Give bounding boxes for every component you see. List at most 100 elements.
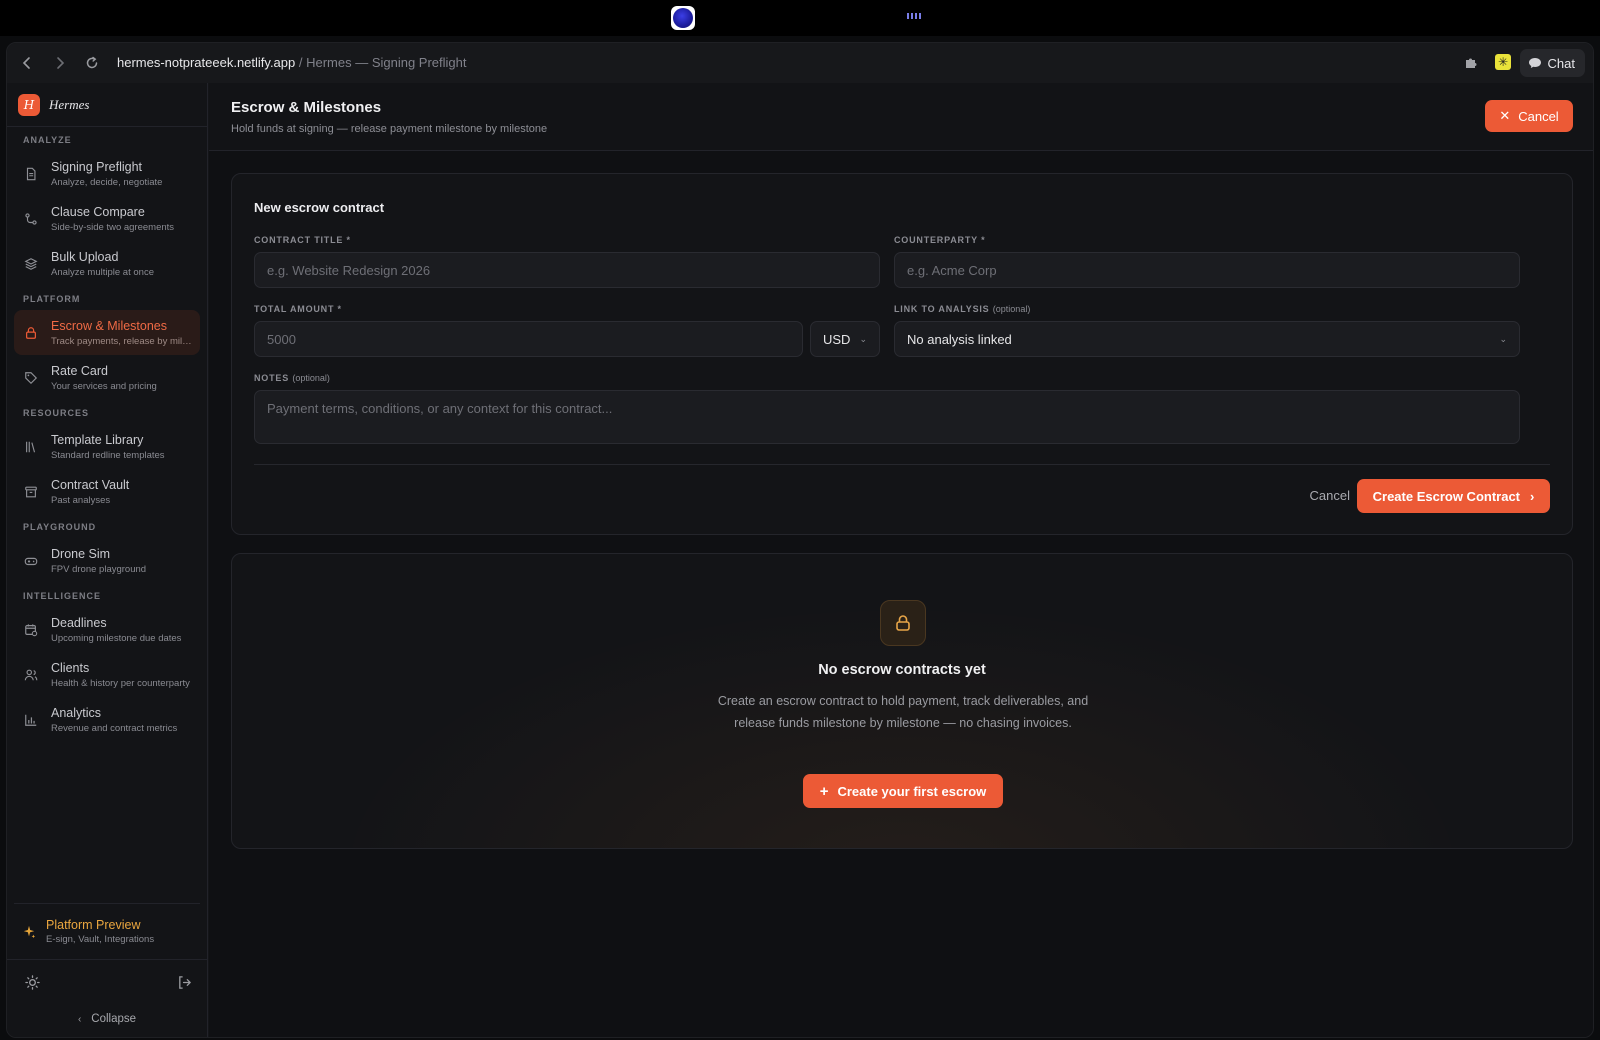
form-divider	[254, 464, 1550, 465]
create-first-escrow-label: Create your first escrow	[837, 783, 987, 799]
lock-icon	[26, 326, 36, 339]
sidebar-item-title: Rate Card	[51, 363, 108, 378]
link-analysis-label-text: LINK TO ANALYSIS	[894, 304, 990, 314]
document-icon	[26, 167, 36, 180]
app-icon[interactable]	[671, 6, 695, 30]
sidebar-item-text: Deadlines Upcoming milestone due dates	[51, 616, 181, 644]
preview-title: Platform Preview	[46, 918, 141, 932]
sidebar-item-subtitle: Track payments, release by milestone	[51, 335, 193, 347]
sidebar-item-rate-card[interactable]: Rate Card Your services and pricing	[14, 355, 200, 400]
sidebar-item-drone-sim[interactable]: Drone Sim FPV drone playground	[14, 538, 200, 583]
sidebar-item-template-library[interactable]: Template Library Standard redline templat…	[14, 424, 200, 469]
sidebar-item-text: Bulk Upload Analyze multiple at once	[51, 250, 154, 278]
chat-bubble-icon	[1528, 58, 1541, 68]
section-label-intelligence: INTELLIGENCE	[23, 591, 102, 601]
counterparty-input[interactable]	[894, 252, 1520, 288]
section-label-resources: RESOURCES	[23, 408, 90, 418]
notes-label-text: NOTES	[254, 373, 290, 383]
sidebar-tools	[7, 959, 207, 1005]
create-first-escrow-button[interactable]: + Create your first escrow	[803, 774, 1003, 808]
sidebar-item-text: Drone Sim FPV drone playground	[51, 547, 146, 575]
empty-description: Create an escrow contract to hold paymen…	[717, 694, 1089, 730]
section-label-platform: PLATFORM	[23, 294, 81, 304]
header-cancel-label: Cancel	[1518, 108, 1559, 124]
link-analysis-label: LINK TO ANALYSIS (optional)	[894, 304, 1030, 314]
logout-icon[interactable]	[177, 975, 192, 990]
audio-indicator-icon	[907, 13, 921, 19]
close-icon: ✕	[1499, 108, 1511, 123]
sidebar-nav: ANALYZE Signing Preflight Analyze, decide,…	[7, 129, 207, 742]
form-cancel-button[interactable]: Cancel	[1310, 488, 1350, 503]
forward-icon[interactable]	[48, 51, 72, 75]
sidebar-item-contract-vault[interactable]: Contract Vault Past analyses	[14, 469, 200, 514]
hermes-logo-icon: H	[18, 93, 40, 116]
analysis-select[interactable]: No analysis linked ⌄	[894, 321, 1520, 357]
sidebar-item-subtitle: Upcoming milestone due dates	[51, 632, 182, 644]
link-analysis-optional: (optional)	[992, 304, 1031, 314]
calendar-clock-icon	[25, 623, 38, 636]
sidebar-item-escrow-milestones[interactable]: Escrow & Milestones Track payments, relea…	[14, 310, 200, 355]
platform-preview-link[interactable]: Platform Preview E-sign, Vault, Integrat…	[14, 903, 200, 959]
reload-icon[interactable]	[80, 51, 104, 75]
archive-icon	[25, 486, 37, 497]
sidebar-item-text: Template Library Standard redline templat…	[51, 433, 165, 461]
sidebar-item-title: Analytics	[51, 705, 102, 720]
sidebar-item-clients[interactable]: Clients Health & history per counterparty	[14, 652, 200, 697]
section-label-analyze: ANALYZE	[23, 135, 72, 145]
contract-title-label: CONTRACT TITLE *	[254, 235, 351, 245]
sidebar-item-subtitle: Standard redline templates	[51, 449, 165, 461]
bar-chart-icon	[25, 714, 37, 726]
sidebar-item-bulk-upload[interactable]: Bulk Upload Analyze multiple at once	[14, 241, 200, 286]
empty-state: No escrow contracts yet Create an escrow…	[231, 553, 1573, 849]
sidebar-item-subtitle: Your services and pricing	[51, 380, 157, 392]
sidebar-item-signing-preflight[interactable]: Signing Preflight Analyze, decide, negoti…	[14, 151, 200, 196]
url-path: / Hermes — Signing Preflight	[295, 55, 467, 70]
chevron-right-icon: ›	[1530, 488, 1535, 504]
contract-title-input[interactable]	[254, 252, 880, 288]
sun-icon[interactable]	[25, 975, 40, 990]
address-bar[interactable]: hermes-notprateeek.netlify.app / Hermes …	[117, 55, 466, 70]
create-escrow-label: Create Escrow Contract	[1372, 488, 1521, 504]
header-cancel-button[interactable]: ✕ Cancel	[1485, 100, 1573, 132]
sidebar-item-text: Escrow & Milestones Track payments, relea…	[51, 319, 193, 347]
sidebar-item-text: Signing Preflight Analyze, decide, negoti…	[51, 160, 162, 188]
section-label-playground: PLAYGROUND	[23, 522, 97, 532]
main-content: Escrow & Milestones Hold funds at signin…	[209, 83, 1593, 1037]
currency-select[interactable]: USD ⌄	[810, 321, 880, 357]
form-title: New escrow contract	[254, 200, 385, 215]
sidebar-item-title: Template Library	[51, 432, 144, 447]
sidebar-footer: Platform Preview E-sign, Vault, Integrat…	[7, 903, 207, 1037]
chevron-down-icon: ⌄	[859, 333, 867, 344]
sidebar-item-clause-compare[interactable]: Clause Compare Side-by-side two agreement…	[14, 196, 200, 241]
brand[interactable]: H Hermes	[7, 83, 207, 127]
create-escrow-button[interactable]: Create Escrow Contract ›	[1357, 479, 1550, 513]
analysis-value: No analysis linked	[907, 331, 1012, 347]
gamepad-icon	[24, 557, 38, 565]
notes-optional: (optional)	[292, 373, 330, 383]
total-amount-input[interactable]	[254, 321, 803, 357]
sidebar-item-analytics[interactable]: Analytics Revenue and contract metrics	[14, 697, 200, 742]
layers-icon	[24, 257, 38, 270]
notes-textarea[interactable]	[254, 390, 1520, 444]
url-host: hermes-notprateeek.netlify.app	[117, 55, 296, 70]
sidebar-item-title: Escrow & Milestones	[51, 318, 168, 333]
currency-value: USD	[823, 331, 851, 347]
collapse-button[interactable]: ‹ Collapse	[7, 1005, 207, 1037]
sidebar-item-deadlines[interactable]: Deadlines Upcoming milestone due dates	[14, 607, 200, 652]
chevron-down-icon: ⌄	[1499, 333, 1507, 344]
sidebar-item-text: Clause Compare Side-by-side two agreement…	[51, 205, 174, 233]
page-subtitle: Hold funds at signing — release payment …	[231, 123, 548, 135]
sidebar-item-text: Analytics Revenue and contract metrics	[51, 706, 177, 734]
sidebar-item-title: Clients	[51, 660, 90, 675]
chat-button[interactable]: Chat	[1519, 49, 1585, 77]
extension-sparkle-icon[interactable]: ✳	[1495, 54, 1511, 70]
sidebar-item-title: Deadlines	[51, 615, 107, 630]
lock-icon	[880, 600, 926, 646]
empty-title: No escrow contracts yet	[818, 662, 986, 678]
browser-toolbar: hermes-notprateeek.netlify.app / Hermes …	[7, 43, 1593, 83]
back-icon[interactable]	[15, 51, 39, 75]
plus-icon: +	[819, 782, 829, 800]
sidebar-item-text: Contract Vault Past analyses	[51, 478, 129, 506]
extension-puzzle-icon[interactable]	[1463, 54, 1481, 72]
sidebar-item-subtitle: Analyze, decide, negotiate	[51, 176, 163, 188]
